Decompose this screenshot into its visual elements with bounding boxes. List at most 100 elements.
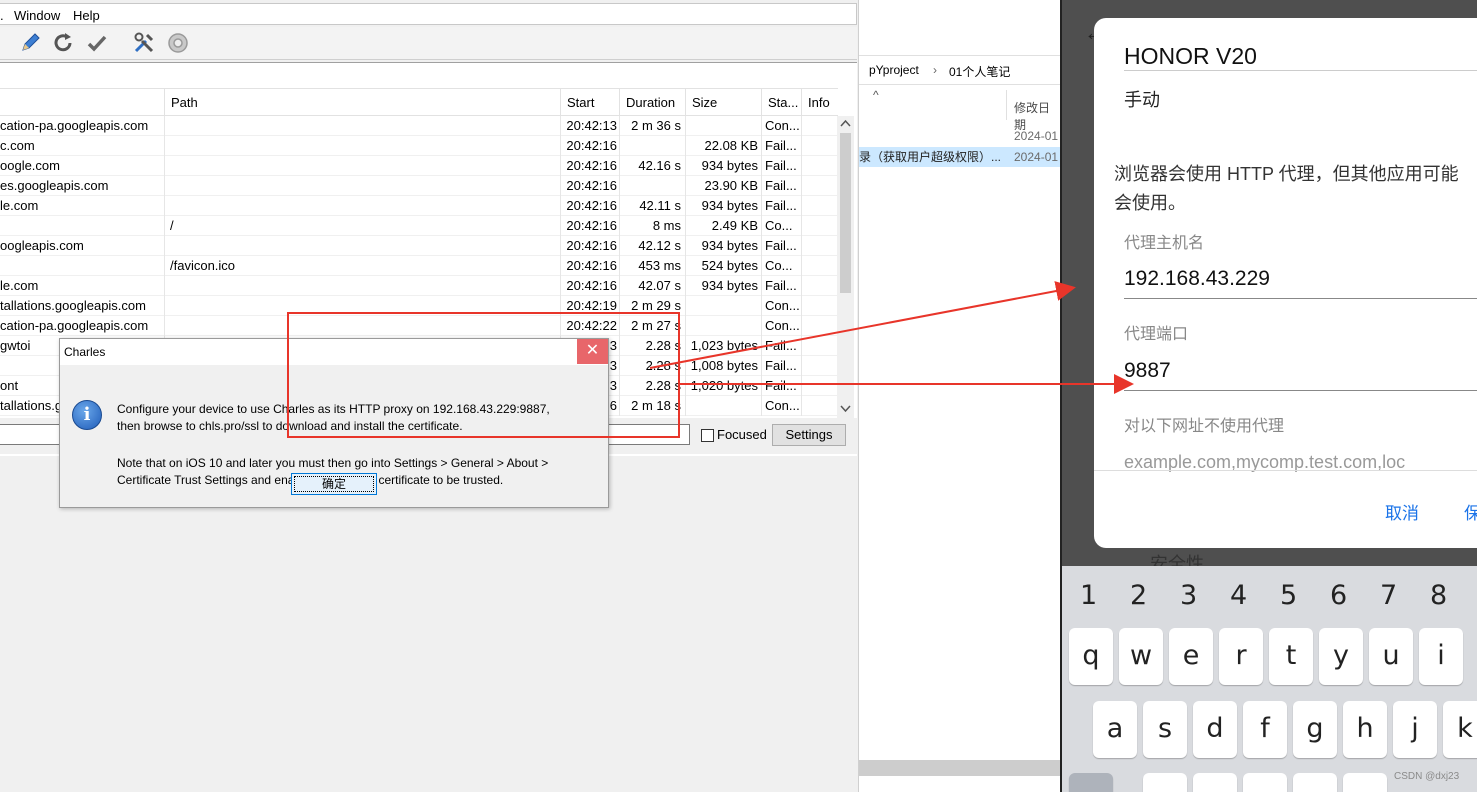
ok-button[interactable]: 确定: [291, 473, 377, 495]
gear-icon[interactable]: [166, 31, 190, 55]
table-row[interactable]: oogle.com 20:42:16 42.16 s 934 bytes Fail...: [0, 156, 837, 176]
breadcrumb-project[interactable]: pYproject: [869, 63, 919, 77]
cell-size: [685, 316, 758, 336]
key-number[interactable]: 2: [1130, 580, 1147, 611]
proxy-host-label: 代理主机名: [1124, 235, 1205, 252]
cell-host: cation-pa.googleapis.com: [0, 318, 149, 333]
cell-start: 20:42:16: [566, 178, 617, 193]
cell-size: 22.08 KB: [704, 138, 759, 153]
cell-size: 2.49 KB: [711, 218, 758, 233]
list-item[interactable]: 2024-01: [859, 126, 1060, 146]
col-size[interactable]: Size: [685, 89, 761, 116]
key-letter[interactable]: j: [1393, 701, 1437, 758]
table-row[interactable]: cation-pa.googleapis.com 20:42:13 2 m 36 s…: [0, 116, 837, 136]
key-letter[interactable]: y: [1319, 628, 1363, 685]
proxy-host-input[interactable]: 192.168.43.229: [1124, 267, 1270, 291]
breadcrumb-notes[interactable]: 01个人笔记: [949, 63, 1010, 80]
cell-size: 934 bytes: [701, 238, 758, 253]
pen-icon[interactable]: [18, 31, 42, 55]
table-row[interactable]: le.com 20:42:16 42.07 s 934 bytes Fail...: [0, 276, 837, 296]
proxy-port-input[interactable]: 9887: [1124, 359, 1171, 383]
key-number[interactable]: 4: [1230, 580, 1247, 611]
table-row[interactable]: es.googleapis.com 20:42:16 23.90 KB Fail...: [0, 176, 837, 196]
col-info[interactable]: Info: [801, 89, 837, 116]
cell-start: 20:42:16: [566, 238, 617, 253]
key-letter[interactable]: g: [1293, 701, 1337, 758]
cell-status: Con...: [765, 398, 800, 413]
cell-path: [170, 196, 558, 216]
key-letter[interactable]: r: [1219, 628, 1263, 685]
table-row[interactable]: / 20:42:16 8 ms 2.49 KB Co...: [0, 216, 837, 236]
key-number[interactable]: 5: [1280, 580, 1297, 611]
table-row[interactable]: /favicon.ico 20:42:16 453 ms 524 bytes Co...: [0, 256, 837, 276]
col-status[interactable]: Sta...: [761, 89, 801, 116]
key-number[interactable]: 6: [1330, 580, 1347, 611]
key-letter[interactable]: [1193, 773, 1237, 792]
cell-start: 20:42:16: [566, 258, 617, 273]
cell-start: 20:42:16: [566, 218, 617, 233]
key-letter[interactable]: k: [1443, 701, 1477, 758]
key-number[interactable]: 8: [1430, 580, 1447, 611]
key-letter[interactable]: [1143, 773, 1187, 792]
shift-key[interactable]: [1069, 773, 1113, 792]
cell-size: 1,023 bytes: [690, 338, 758, 353]
scroll-up-icon[interactable]: [840, 119, 851, 127]
key-letter[interactable]: [1343, 773, 1387, 792]
key-letter[interactable]: [1293, 773, 1337, 792]
cell-path: /: [170, 218, 174, 233]
cell-size: [685, 296, 758, 316]
check-icon[interactable]: [85, 31, 109, 55]
scrollbar-thumb[interactable]: [840, 133, 851, 293]
col-duration[interactable]: Duration: [619, 89, 685, 116]
cell-path: [170, 276, 558, 296]
cell-status: Con...: [765, 118, 800, 133]
key-letter[interactable]: s: [1143, 701, 1187, 758]
col-path[interactable]: Path: [164, 89, 560, 116]
cell-start: 20:42:16: [566, 138, 617, 153]
cell-host: es.googleapis.com: [0, 178, 109, 193]
key-letter[interactable]: q: [1069, 628, 1113, 685]
cell-path: [170, 116, 558, 136]
cell-host: [0, 216, 163, 236]
key-number[interactable]: 7: [1380, 580, 1397, 611]
table-row[interactable]: c.com 20:42:16 22.08 KB Fail...: [0, 136, 837, 156]
toolbar: [0, 27, 857, 60]
proxy-warning-line2: 会使用。: [1114, 193, 1186, 213]
cell-status: Fail...: [765, 378, 797, 393]
refresh-icon[interactable]: [51, 31, 75, 55]
scroll-down-icon[interactable]: [840, 405, 851, 413]
key-letter[interactable]: t: [1269, 628, 1313, 685]
key-letter[interactable]: w: [1119, 628, 1163, 685]
cell-size: 934 bytes: [701, 158, 758, 173]
save-button[interactable]: 保: [1464, 499, 1477, 524]
menu-help[interactable]: Help: [73, 8, 100, 23]
cell-size: 934 bytes: [701, 278, 758, 293]
key-number[interactable]: 1: [1080, 580, 1097, 611]
cell-path: /favicon.ico: [170, 258, 236, 273]
dialog-title-device: HONOR V20: [1124, 43, 1257, 69]
key-letter[interactable]: i: [1419, 628, 1463, 685]
key-letter[interactable]: d: [1193, 701, 1237, 758]
key-letter[interactable]: a: [1093, 701, 1137, 758]
settings-button[interactable]: Settings: [772, 424, 846, 446]
col-start[interactable]: Start: [560, 89, 619, 116]
focused-checkbox[interactable]: [701, 429, 714, 442]
explorer-scrollbar[interactable]: [859, 760, 1060, 776]
key-letter[interactable]: f: [1243, 701, 1287, 758]
cell-status: Fail...: [765, 358, 797, 373]
key-letter[interactable]: h: [1343, 701, 1387, 758]
cancel-button[interactable]: 取消: [1385, 499, 1419, 524]
table-row[interactable]: le.com 20:42:16 42.11 s 934 bytes Fail...: [0, 196, 837, 216]
menu-window[interactable]: Window: [14, 8, 60, 23]
key-number[interactable]: 3: [1180, 580, 1197, 611]
proxy-mode-select[interactable]: 手动: [1124, 86, 1160, 112]
tools-icon[interactable]: [132, 31, 156, 55]
list-item[interactable]: 录（获取用户超级权限）... 2024-01: [859, 147, 1060, 167]
cell-duration: 42.16 s: [638, 158, 681, 173]
key-letter[interactable]: e: [1169, 628, 1213, 685]
key-letter[interactable]: u: [1369, 628, 1413, 685]
key-letter[interactable]: [1243, 773, 1287, 792]
cell-size: 23.90 KB: [704, 178, 759, 193]
dialog-message-line3: Note that on iOS 10 and later you must t…: [117, 456, 549, 470]
table-row[interactable]: oogleapis.com 20:42:16 42.12 s 934 bytes Fai…: [0, 236, 837, 256]
